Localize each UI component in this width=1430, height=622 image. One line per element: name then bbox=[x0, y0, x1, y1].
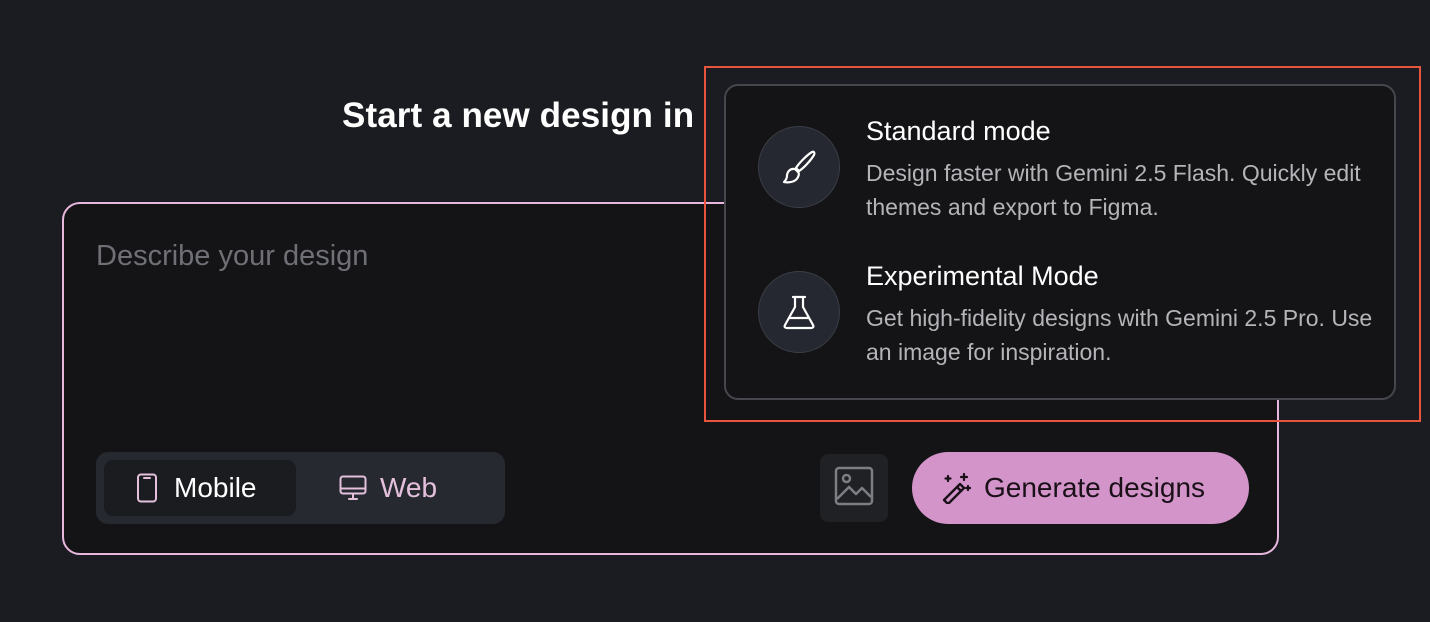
image-icon bbox=[834, 466, 874, 511]
mode-description: Get high-fidelity designs with Gemini 2.… bbox=[866, 305, 1373, 365]
generate-designs-label: Generate designs bbox=[984, 472, 1206, 503]
monitor-icon bbox=[338, 473, 368, 503]
flask-icon bbox=[758, 271, 840, 353]
device-option-label: Mobile bbox=[174, 472, 257, 503]
device-toggle: Mobile Web bbox=[96, 452, 505, 524]
phone-icon bbox=[132, 473, 162, 503]
paintbrush-icon bbox=[758, 126, 840, 208]
page-title: Start a new design in bbox=[342, 96, 695, 135]
device-option-mobile[interactable]: Mobile bbox=[104, 460, 296, 516]
generate-designs-button[interactable]: Generate designs bbox=[912, 452, 1249, 524]
mode-title: Standard mode bbox=[866, 116, 1051, 146]
magic-wand-icon bbox=[940, 472, 972, 504]
design-prompt-input[interactable] bbox=[96, 240, 696, 390]
device-option-label: Web bbox=[380, 472, 438, 503]
app-screen: Start a new design in Mobile bbox=[0, 0, 1430, 622]
device-option-web[interactable]: Web bbox=[306, 460, 496, 516]
menu-item-standard-mode[interactable]: Standard mode Design faster with Gemini … bbox=[726, 110, 1394, 240]
menu-item-experimental-mode[interactable]: Experimental Mode Get high-fidelity desi… bbox=[726, 255, 1394, 385]
mode-selector-menu: Standard mode Design faster with Gemini … bbox=[724, 84, 1396, 400]
mode-description: Design faster with Gemini 2.5 Flash. Qui… bbox=[866, 160, 1361, 220]
upload-image-button[interactable] bbox=[820, 454, 888, 522]
mode-title: Experimental Mode bbox=[866, 261, 1099, 291]
